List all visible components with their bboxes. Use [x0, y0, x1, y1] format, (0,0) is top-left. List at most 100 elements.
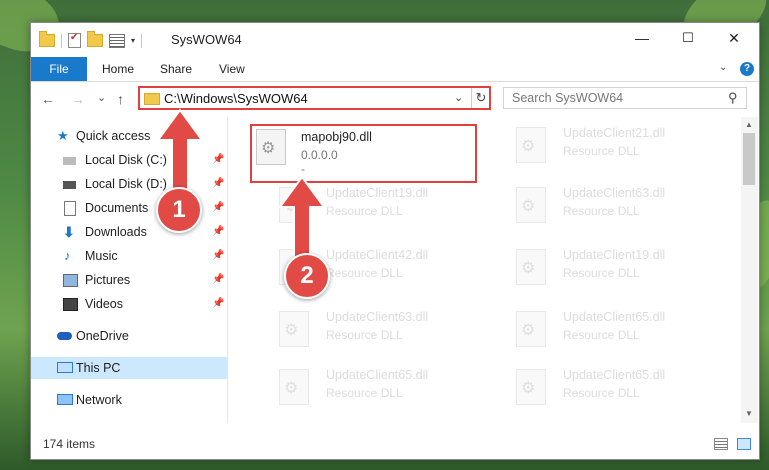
sidebar-item-label: Downloads	[85, 225, 147, 239]
scroll-down-icon[interactable]: ▼	[745, 409, 753, 418]
scroll-thumb[interactable]	[743, 133, 755, 185]
tab-home[interactable]: Home	[102, 57, 134, 81]
navigation-bar: ← → ⌄ ↑ C:\Windows\SysWOW64 ⌄ ↻ Search S…	[31, 81, 759, 117]
file-item[interactable]: UpdateClient21.dll Resource DLL	[492, 119, 718, 171]
file-description: Resource DLL	[563, 266, 640, 280]
dll-file-icon	[256, 129, 286, 165]
address-path[interactable]: C:\Windows\SysWOW64	[164, 91, 308, 106]
pin-icon[interactable]: 📌	[212, 245, 224, 267]
view-icon[interactable]	[109, 33, 125, 48]
customize-dropdown-icon[interactable]: ▾	[131, 36, 135, 45]
help-button[interactable]: ?	[740, 62, 754, 76]
search-placeholder: Search SysWOW64	[512, 91, 624, 105]
search-icon[interactable]: ⚲	[728, 90, 738, 106]
sidebar-item-network[interactable]: Network	[31, 389, 227, 411]
search-input[interactable]: Search SysWOW64 ⚲	[503, 87, 747, 109]
sidebar-item-pictures[interactable]: Pictures 📌	[31, 269, 227, 291]
documents-icon	[64, 201, 76, 216]
tab-file[interactable]: File	[31, 57, 87, 81]
pin-icon[interactable]: 📌	[212, 293, 224, 315]
file-description: Resource DLL	[326, 266, 403, 280]
star-icon: ★	[57, 128, 69, 143]
toolbar-divider	[141, 33, 143, 48]
file-name: UpdateClient65.dll	[563, 368, 666, 382]
close-button[interactable]: ✕	[711, 23, 757, 53]
tab-view[interactable]: View	[219, 57, 245, 81]
videos-icon	[63, 298, 78, 311]
sidebar-item-label: OneDrive	[76, 329, 129, 343]
recent-locations-button[interactable]: ⌄	[97, 91, 106, 104]
file-item[interactable]: UpdateClient65.dll Resource DLL	[492, 361, 718, 413]
sidebar-item-label: Music	[85, 249, 118, 263]
sidebar-item-music[interactable]: ♪ Music 📌	[31, 245, 227, 267]
sidebar-item-label: Network	[76, 393, 122, 407]
file-name: UpdateClient19.dll	[326, 186, 429, 200]
sidebar-item-downloads[interactable]: ⬇ Downloads 📌	[31, 221, 227, 243]
sidebar-item-this-pc[interactable]: This PC	[31, 357, 227, 379]
ribbon: File Home Share View ⌄ ?	[31, 57, 759, 82]
file-name: UpdateClient63.dll	[563, 186, 666, 200]
pin-icon[interactable]: 📌	[212, 221, 224, 243]
properties-icon[interactable]	[68, 32, 81, 48]
sidebar-item-label: Documents	[85, 201, 149, 215]
file-name: UpdateClient19.dll	[563, 248, 666, 262]
drive-icon	[63, 157, 76, 165]
explorer-window: ▾ SysWOW64 — ☐ ✕ File Home Share View ⌄ …	[30, 22, 760, 460]
file-description: Resource DLL	[563, 386, 640, 400]
dll-file-icon	[516, 249, 546, 285]
file-name: UpdateClient42.dll	[326, 248, 429, 262]
step-1-badge: 1	[156, 187, 202, 233]
pictures-icon	[63, 274, 78, 287]
status-bar: 174 items	[31, 431, 759, 458]
pin-icon[interactable]: 📌	[212, 269, 224, 291]
file-description: Resource DLL	[326, 386, 403, 400]
pin-icon[interactable]: 📌	[212, 149, 224, 171]
file-item[interactable]: UpdateClient19.dll Resource DLL	[492, 241, 718, 293]
ribbon-expand-icon[interactable]: ⌄	[719, 62, 727, 73]
folder-icon[interactable]	[39, 31, 55, 47]
pin-icon[interactable]: 📌	[212, 173, 224, 195]
file-item[interactable]: UpdateClient63.dll Resource DLL	[255, 303, 481, 355]
sidebar-item-videos[interactable]: Videos 📌	[31, 293, 227, 315]
sidebar-item-onedrive[interactable]: OneDrive	[31, 325, 227, 347]
file-name: UpdateClient65.dll	[563, 310, 666, 324]
details-view-icon[interactable]	[714, 438, 728, 450]
step-2-badge: 2	[284, 253, 330, 299]
minimize-button[interactable]: —	[619, 23, 665, 53]
refresh-icon[interactable]: ↻	[471, 88, 490, 108]
dll-file-icon	[516, 369, 546, 405]
sidebar-item-label: Quick access	[76, 129, 151, 143]
address-dropdown-icon[interactable]: ⌄	[454, 91, 463, 104]
computer-icon	[57, 362, 73, 373]
item-count: 174 items	[43, 437, 96, 451]
address-bar[interactable]: C:\Windows\SysWOW64 ⌄ ↻	[138, 86, 491, 110]
file-item[interactable]: UpdateClient63.dll Resource DLL	[492, 179, 718, 231]
sidebar-item-label: Videos	[85, 297, 123, 311]
title-bar: ▾ SysWOW64 — ☐ ✕	[31, 23, 759, 57]
scroll-up-icon[interactable]: ▲	[745, 120, 753, 129]
toolbar-divider	[61, 33, 62, 48]
vertical-scrollbar[interactable]: ▲ ▼	[741, 117, 758, 423]
tab-share[interactable]: Share	[160, 57, 192, 81]
music-icon: ♪	[64, 248, 71, 263]
file-description: Resource DLL	[563, 328, 640, 342]
new-folder-icon[interactable]	[87, 31, 103, 47]
large-icons-view-icon[interactable]	[737, 438, 751, 450]
file-description: Resource DLL	[326, 204, 403, 218]
network-icon	[57, 394, 73, 405]
maximize-button[interactable]: ☐	[665, 23, 711, 53]
file-name: UpdateClient65.dll	[326, 368, 429, 382]
sidebar-item-label: Pictures	[85, 273, 131, 287]
pin-icon[interactable]: 📌	[212, 197, 224, 219]
file-name: mapobj90.dll	[301, 130, 372, 144]
file-item[interactable]: UpdateClient65.dll Resource DLL	[492, 303, 718, 355]
cloud-icon	[57, 332, 72, 340]
file-item[interactable]: UpdateClient65.dll Resource DLL	[255, 361, 481, 413]
file-description: Resource DLL	[563, 204, 640, 218]
file-name: UpdateClient63.dll	[326, 310, 429, 324]
forward-button[interactable]: →	[71, 91, 85, 107]
up-button[interactable]: ↑	[117, 91, 124, 107]
dll-file-icon	[516, 187, 546, 223]
back-button[interactable]: ←	[41, 91, 55, 107]
sidebar-item-label: This PC	[76, 361, 121, 375]
